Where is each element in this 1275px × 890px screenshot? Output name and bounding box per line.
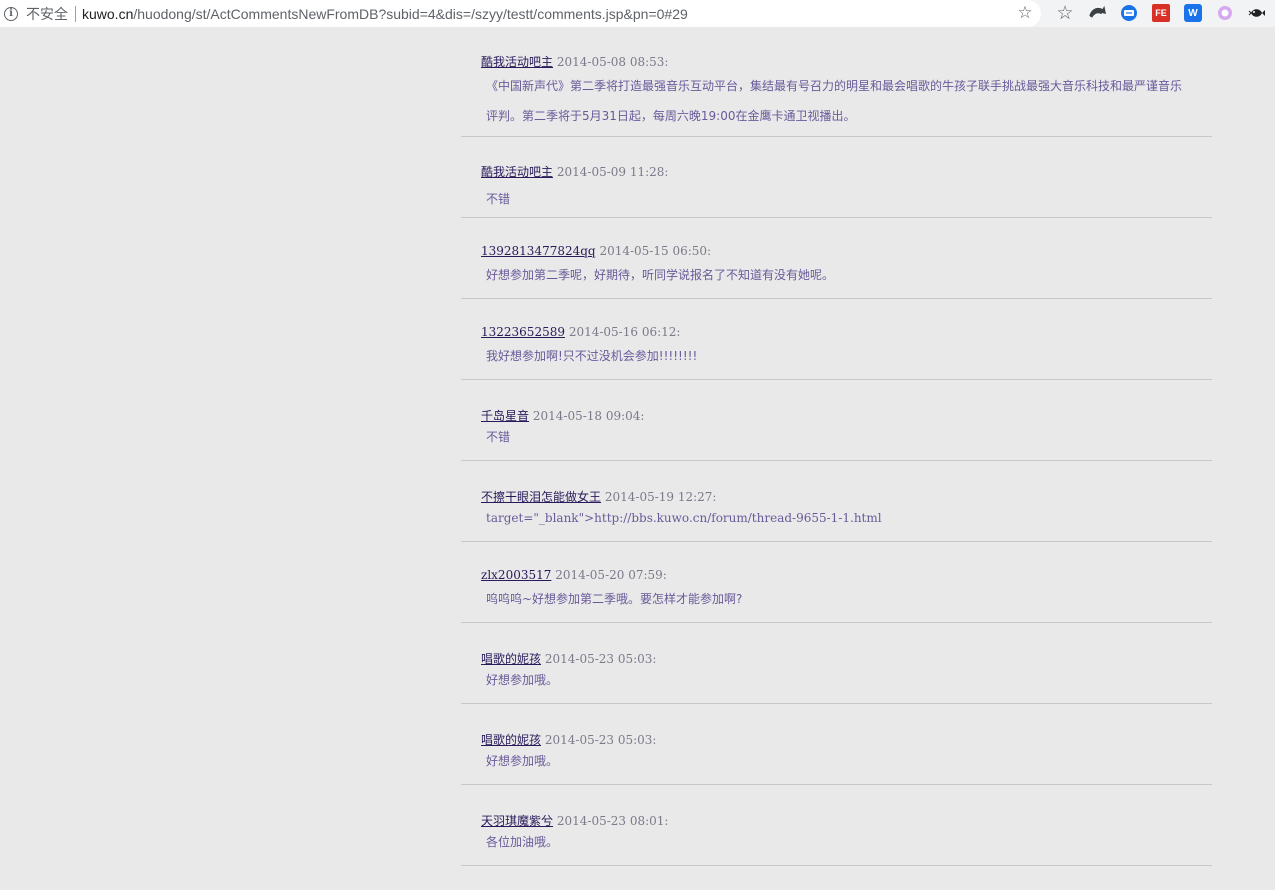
comment-user-link[interactable]: 1392813477824qq bbox=[481, 244, 596, 258]
comment-text: 《中国新声代》第二季将打造最强音乐互动平台，集结最有号召力的明星和最会唱歌的牛孩… bbox=[486, 79, 1183, 93]
comment-text: 我好想参加啊!只不过没机会参加!!!!!!!! bbox=[486, 349, 698, 363]
comment-meta: 千岛星音 2014-05-18 09:04: bbox=[461, 408, 1212, 425]
comment-user-link[interactable]: 13223652589 bbox=[481, 325, 565, 339]
security-label[interactable]: 不安全 bbox=[26, 4, 68, 24]
comment-user-link[interactable]: zlx2003517 bbox=[481, 568, 551, 582]
comment-user-link[interactable]: 酷我活动吧主 bbox=[481, 165, 553, 179]
comment-item: 13223652589 2014-05-16 06:12: 我好想参加啊!只不过… bbox=[461, 299, 1212, 380]
fish-icon[interactable] bbox=[1248, 4, 1266, 22]
arrow-icon[interactable] bbox=[1088, 4, 1106, 22]
address-bar[interactable]: i 不安全 kuwo.cn/huodong/st/ActCommentsNewF… bbox=[0, 0, 1041, 27]
comment-item: 酷我活动吧主 2014-05-09 11:28: 不错 bbox=[461, 137, 1212, 218]
comment-time: 2014-05-15 06:50: bbox=[599, 244, 712, 258]
star-icon[interactable]: ☆ bbox=[1056, 3, 1074, 24]
w-icon[interactable]: W bbox=[1184, 4, 1202, 22]
ring-icon[interactable] bbox=[1216, 4, 1234, 22]
comment-time: 2014-05-20 07:59: bbox=[555, 568, 667, 582]
comment-time: 2014-05-16 06:12: bbox=[568, 325, 681, 339]
comment-list: 酷我活动吧主 2014-05-08 08:53: 《中国新声代》第二季将打造最强… bbox=[461, 46, 1212, 866]
info-icon[interactable]: i bbox=[4, 6, 18, 21]
browser-toolbar: i 不安全 kuwo.cn/huodong/st/ActCommentsNewF… bbox=[0, 0, 1275, 27]
comment-meta: 1392813477824qq 2014-05-15 06:50: bbox=[461, 243, 1212, 260]
chat-icon[interactable] bbox=[1120, 4, 1138, 22]
comment-user-link[interactable]: 千岛星音 bbox=[481, 409, 529, 423]
comment-user-link[interactable]: 天羽琪魔紫兮 bbox=[481, 814, 553, 828]
comment-item: 唱歌的妮孩 2014-05-23 05:03: 好想参加哦。 bbox=[461, 704, 1212, 785]
comment-text-line2: 评判。第二季将于5月31日起，每周六晚19:00在金鹰卡通卫视播出。 bbox=[486, 109, 856, 123]
comment-text: 好想参加哦。 bbox=[486, 754, 559, 768]
comment-time: 2014-05-23 05:03: bbox=[544, 733, 657, 747]
comment-meta: 酷我活动吧主 2014-05-09 11:28: bbox=[461, 164, 1212, 181]
comment-text: 不错 bbox=[486, 430, 511, 444]
divider bbox=[75, 5, 76, 22]
url-host[interactable]: kuwo.cn bbox=[82, 6, 133, 22]
comment-meta: 唱歌的妮孩 2014-05-23 05:03: bbox=[461, 732, 1212, 749]
fe-icon[interactable]: FE bbox=[1152, 4, 1170, 22]
comment-time: 2014-05-23 05:03: bbox=[544, 652, 657, 666]
comment-time: 2014-05-08 08:53: bbox=[556, 55, 669, 69]
comment-meta: 唱歌的妮孩 2014-05-23 05:03: bbox=[461, 651, 1212, 668]
url-path[interactable]: /huodong/st/ActCommentsNewFromDB?subid=4… bbox=[133, 6, 687, 22]
comment-item: 唱歌的妮孩 2014-05-23 05:03: 好想参加哦。 bbox=[461, 623, 1212, 704]
comment-meta: 酷我活动吧主 2014-05-08 08:53: bbox=[461, 54, 1212, 71]
comment-item: 1392813477824qq 2014-05-15 06:50: 好想参加第二… bbox=[461, 218, 1212, 299]
comment-text: target="_blank">http://bbs.kuwo.cn/forum… bbox=[486, 511, 882, 525]
comment-user-link[interactable]: 不擦干眼泪怎能做女王 bbox=[481, 490, 601, 504]
comment-meta: 天羽琪魔紫兮 2014-05-23 08:01: bbox=[461, 813, 1212, 830]
comment-time: 2014-05-18 09:04: bbox=[532, 409, 645, 423]
comment-user-link[interactable]: 酷我活动吧主 bbox=[481, 55, 553, 69]
comment-meta: zlx2003517 2014-05-20 07:59: bbox=[461, 567, 1212, 584]
comment-meta: 不擦干眼泪怎能做女王 2014-05-19 12:27: bbox=[461, 489, 1212, 506]
comment-item: 千岛星音 2014-05-18 09:04: 不错 bbox=[461, 380, 1212, 461]
comment-meta: 13223652589 2014-05-16 06:12: bbox=[461, 324, 1212, 341]
comment-item: 不擦干眼泪怎能做女王 2014-05-19 12:27: target="_bl… bbox=[461, 461, 1212, 542]
comment-text: 好想参加第二季呢，好期待，听同学说报名了不知道有没有她呢。 bbox=[486, 268, 835, 282]
comment-item: 天羽琪魔紫兮 2014-05-23 08:01: 各位加油哦。 bbox=[461, 785, 1212, 866]
comment-time: 2014-05-23 08:01: bbox=[556, 814, 669, 828]
comment-time: 2014-05-09 11:28: bbox=[556, 165, 669, 179]
comment-user-link[interactable]: 唱歌的妮孩 bbox=[481, 733, 541, 747]
comment-item: zlx2003517 2014-05-20 07:59: 呜呜呜~好想参加第二季… bbox=[461, 542, 1212, 623]
comment-text: 呜呜呜~好想参加第二季哦。要怎样才能参加啊? bbox=[486, 592, 743, 606]
comment-text: 好想参加哦。 bbox=[486, 673, 559, 687]
bookmark-star-icon[interactable]: ☆ bbox=[1016, 4, 1034, 22]
comment-item: 酷我活动吧主 2014-05-08 08:53: 《中国新声代》第二季将打造最强… bbox=[461, 46, 1212, 137]
comment-time: 2014-05-19 12:27: bbox=[604, 490, 717, 504]
comment-user-link[interactable]: 唱歌的妮孩 bbox=[481, 652, 541, 666]
comment-text: 不错 bbox=[486, 192, 511, 206]
comment-text: 各位加油哦。 bbox=[486, 835, 559, 849]
